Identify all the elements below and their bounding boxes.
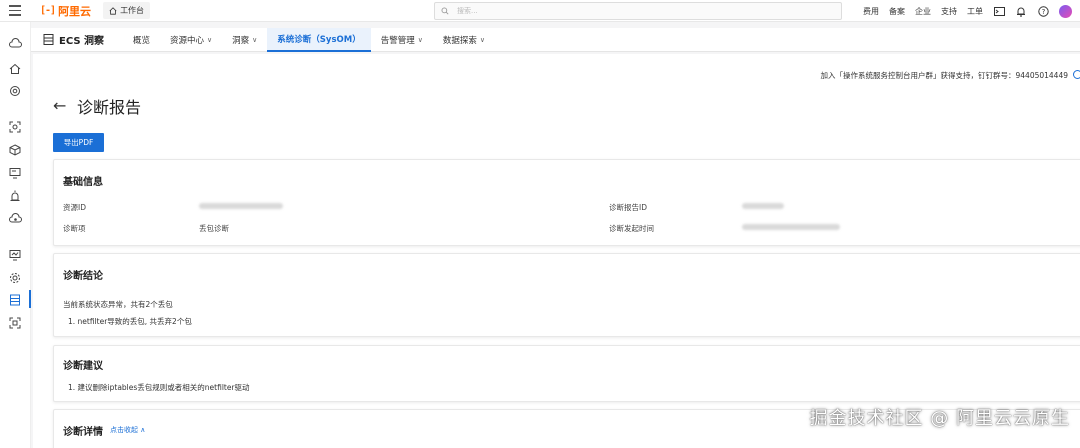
chevron-down-icon: ∨ bbox=[417, 35, 423, 44]
product-name: ECS 洞察 bbox=[59, 36, 105, 47]
conclusion-card: 诊断结论 当前系统状态异常，共有2个丢包 1. netfilter导致的丢包, … bbox=[53, 253, 1080, 337]
home-rail-icon[interactable] bbox=[8, 62, 22, 76]
details-title: 诊断详情 bbox=[63, 427, 103, 438]
nav-enterprise[interactable]: 企业 bbox=[915, 6, 931, 17]
workbench-label: 工作台 bbox=[120, 6, 145, 15]
ecs-insight-icon bbox=[43, 34, 54, 45]
info-icon[interactable] bbox=[1073, 70, 1080, 79]
tab-alert-management-label: 告警管理 bbox=[380, 35, 415, 46]
main-content: 加入「操作系统服务控制台用户群」获得支持，钉钉群号：94405014449 ← … bbox=[33, 54, 1080, 448]
logo-mark: [-] bbox=[40, 5, 56, 16]
monitor-search-icon[interactable] bbox=[8, 84, 22, 98]
tab-system-diagnosis-label: 系统诊断（SysOM） bbox=[277, 34, 361, 45]
collapse-label: 点击收起 bbox=[110, 426, 138, 434]
dashboard-icon[interactable] bbox=[8, 248, 22, 262]
export-pdf-button[interactable]: 导出PDF bbox=[53, 133, 104, 152]
tab-overview-label: 概览 bbox=[133, 35, 151, 46]
tab-resource-center[interactable]: 资源中心 ∨ bbox=[160, 28, 222, 52]
left-icon-rail bbox=[0, 22, 31, 448]
tab-alert-management[interactable]: 告警管理 ∨ bbox=[371, 28, 433, 52]
page-title: 诊断报告 bbox=[77, 98, 142, 117]
basic-info-card: 基础信息 资源ID 诊断报告ID 诊断项 丢包诊断 诊断发起时间 bbox=[53, 159, 1080, 246]
watermark: 掘金技术社区 @ 阿里云云原生 bbox=[809, 408, 1070, 429]
search-icon bbox=[441, 7, 449, 15]
chevron-down-icon: ∨ bbox=[252, 35, 258, 44]
suggestion-card: 诊断建议 1. 建议删除iptables丢包规则或者相关的netfilter驱动 bbox=[53, 345, 1080, 402]
resource-id-value-redacted bbox=[199, 203, 283, 209]
tab-data-explore-label: 数据探索 bbox=[442, 35, 477, 46]
list-icon[interactable] bbox=[8, 293, 22, 307]
workbench-button[interactable]: 工作台 bbox=[103, 2, 151, 19]
nav-filing[interactable]: 备案 bbox=[889, 6, 905, 17]
bell-icon[interactable] bbox=[1015, 5, 1027, 17]
cube-icon[interactable] bbox=[8, 143, 22, 157]
search-input[interactable]: 搜索... bbox=[434, 2, 842, 20]
home-icon bbox=[109, 6, 117, 15]
chevron-up-icon: ∧ bbox=[140, 426, 146, 434]
product-nav: ECS 洞察 概览 资源中心 ∨ 洞察 ∨ 系统诊断（SysOM） 告警管理 ∨ 数据… bbox=[31, 27, 1080, 52]
product-title[interactable]: ECS 洞察 bbox=[43, 32, 123, 47]
svg-text:?: ? bbox=[1041, 8, 1045, 16]
diagnosis-item-label: 诊断项 bbox=[63, 224, 86, 233]
settings-icon[interactable] bbox=[8, 271, 22, 285]
diagnosis-time-value-redacted bbox=[742, 224, 840, 230]
conclusion-title: 诊断结论 bbox=[63, 271, 103, 282]
nav-fees[interactable]: 费用 bbox=[863, 6, 879, 17]
logo-text: 阿里云 bbox=[58, 4, 92, 18]
conclusion-summary: 当前系统状态异常，共有2个丢包 bbox=[63, 300, 173, 309]
report-id-value-redacted bbox=[742, 203, 784, 209]
focus-icon[interactable] bbox=[8, 316, 22, 330]
tab-resource-center-label: 资源中心 bbox=[170, 35, 205, 46]
suggestion-title: 诊断建议 bbox=[63, 361, 103, 372]
scan-icon[interactable] bbox=[8, 120, 22, 134]
screen-icon[interactable] bbox=[8, 166, 22, 180]
report-id-label: 诊断报告ID bbox=[609, 203, 647, 212]
diagnosis-time-label: 诊断发起时间 bbox=[609, 224, 654, 233]
nav-ticket[interactable]: 工单 bbox=[967, 6, 983, 17]
terminal-icon[interactable] bbox=[993, 5, 1005, 17]
resource-id-label: 资源ID bbox=[63, 203, 86, 212]
tab-system-diagnosis[interactable]: 系统诊断（SysOM） bbox=[267, 27, 371, 52]
aliyun-logo[interactable]: [-] 阿里云 bbox=[40, 3, 91, 19]
cloud-sync-icon[interactable] bbox=[8, 211, 22, 225]
cloud-icon[interactable] bbox=[8, 36, 22, 50]
rail-active-indicator bbox=[29, 290, 31, 308]
user-avatar[interactable] bbox=[1059, 4, 1072, 18]
menu-icon[interactable] bbox=[0, 0, 30, 22]
tab-insight-label: 洞察 bbox=[232, 35, 250, 46]
chevron-down-icon: ∨ bbox=[479, 35, 485, 44]
support-text: 加入「操作系统服务控制台用户群」获得支持，钉钉群号：94405014449 bbox=[820, 71, 1069, 80]
search-placeholder: 搜索... bbox=[457, 7, 478, 15]
tab-data-explore[interactable]: 数据探索 ∨ bbox=[433, 28, 495, 52]
help-icon[interactable]: ? bbox=[1037, 5, 1049, 17]
alarm-icon[interactable] bbox=[8, 189, 22, 203]
top-bar: [-] 阿里云 工作台 搜索... 费用 备案 企业 支持 工单 ? bbox=[0, 0, 1080, 22]
chevron-down-icon: ∨ bbox=[207, 35, 213, 44]
tab-insight[interactable]: 洞察 ∨ bbox=[222, 28, 267, 52]
tab-overview[interactable]: 概览 bbox=[123, 28, 160, 52]
basic-info-title: 基础信息 bbox=[63, 177, 103, 188]
back-arrow-icon[interactable]: ← bbox=[53, 98, 66, 114]
diagnosis-item-value: 丢包诊断 bbox=[199, 224, 229, 233]
nav-support[interactable]: 支持 bbox=[941, 6, 957, 17]
suggestion-item: 1. 建议删除iptables丢包规则或者相关的netfilter驱动 bbox=[68, 383, 250, 392]
top-nav: 费用 备案 企业 支持 工单 ? bbox=[858, 0, 1080, 22]
conclusion-detail: 1. netfilter导致的丢包, 共丢弃2个包 bbox=[68, 317, 192, 326]
collapse-link[interactable]: 点击收起 ∧ bbox=[110, 425, 145, 435]
